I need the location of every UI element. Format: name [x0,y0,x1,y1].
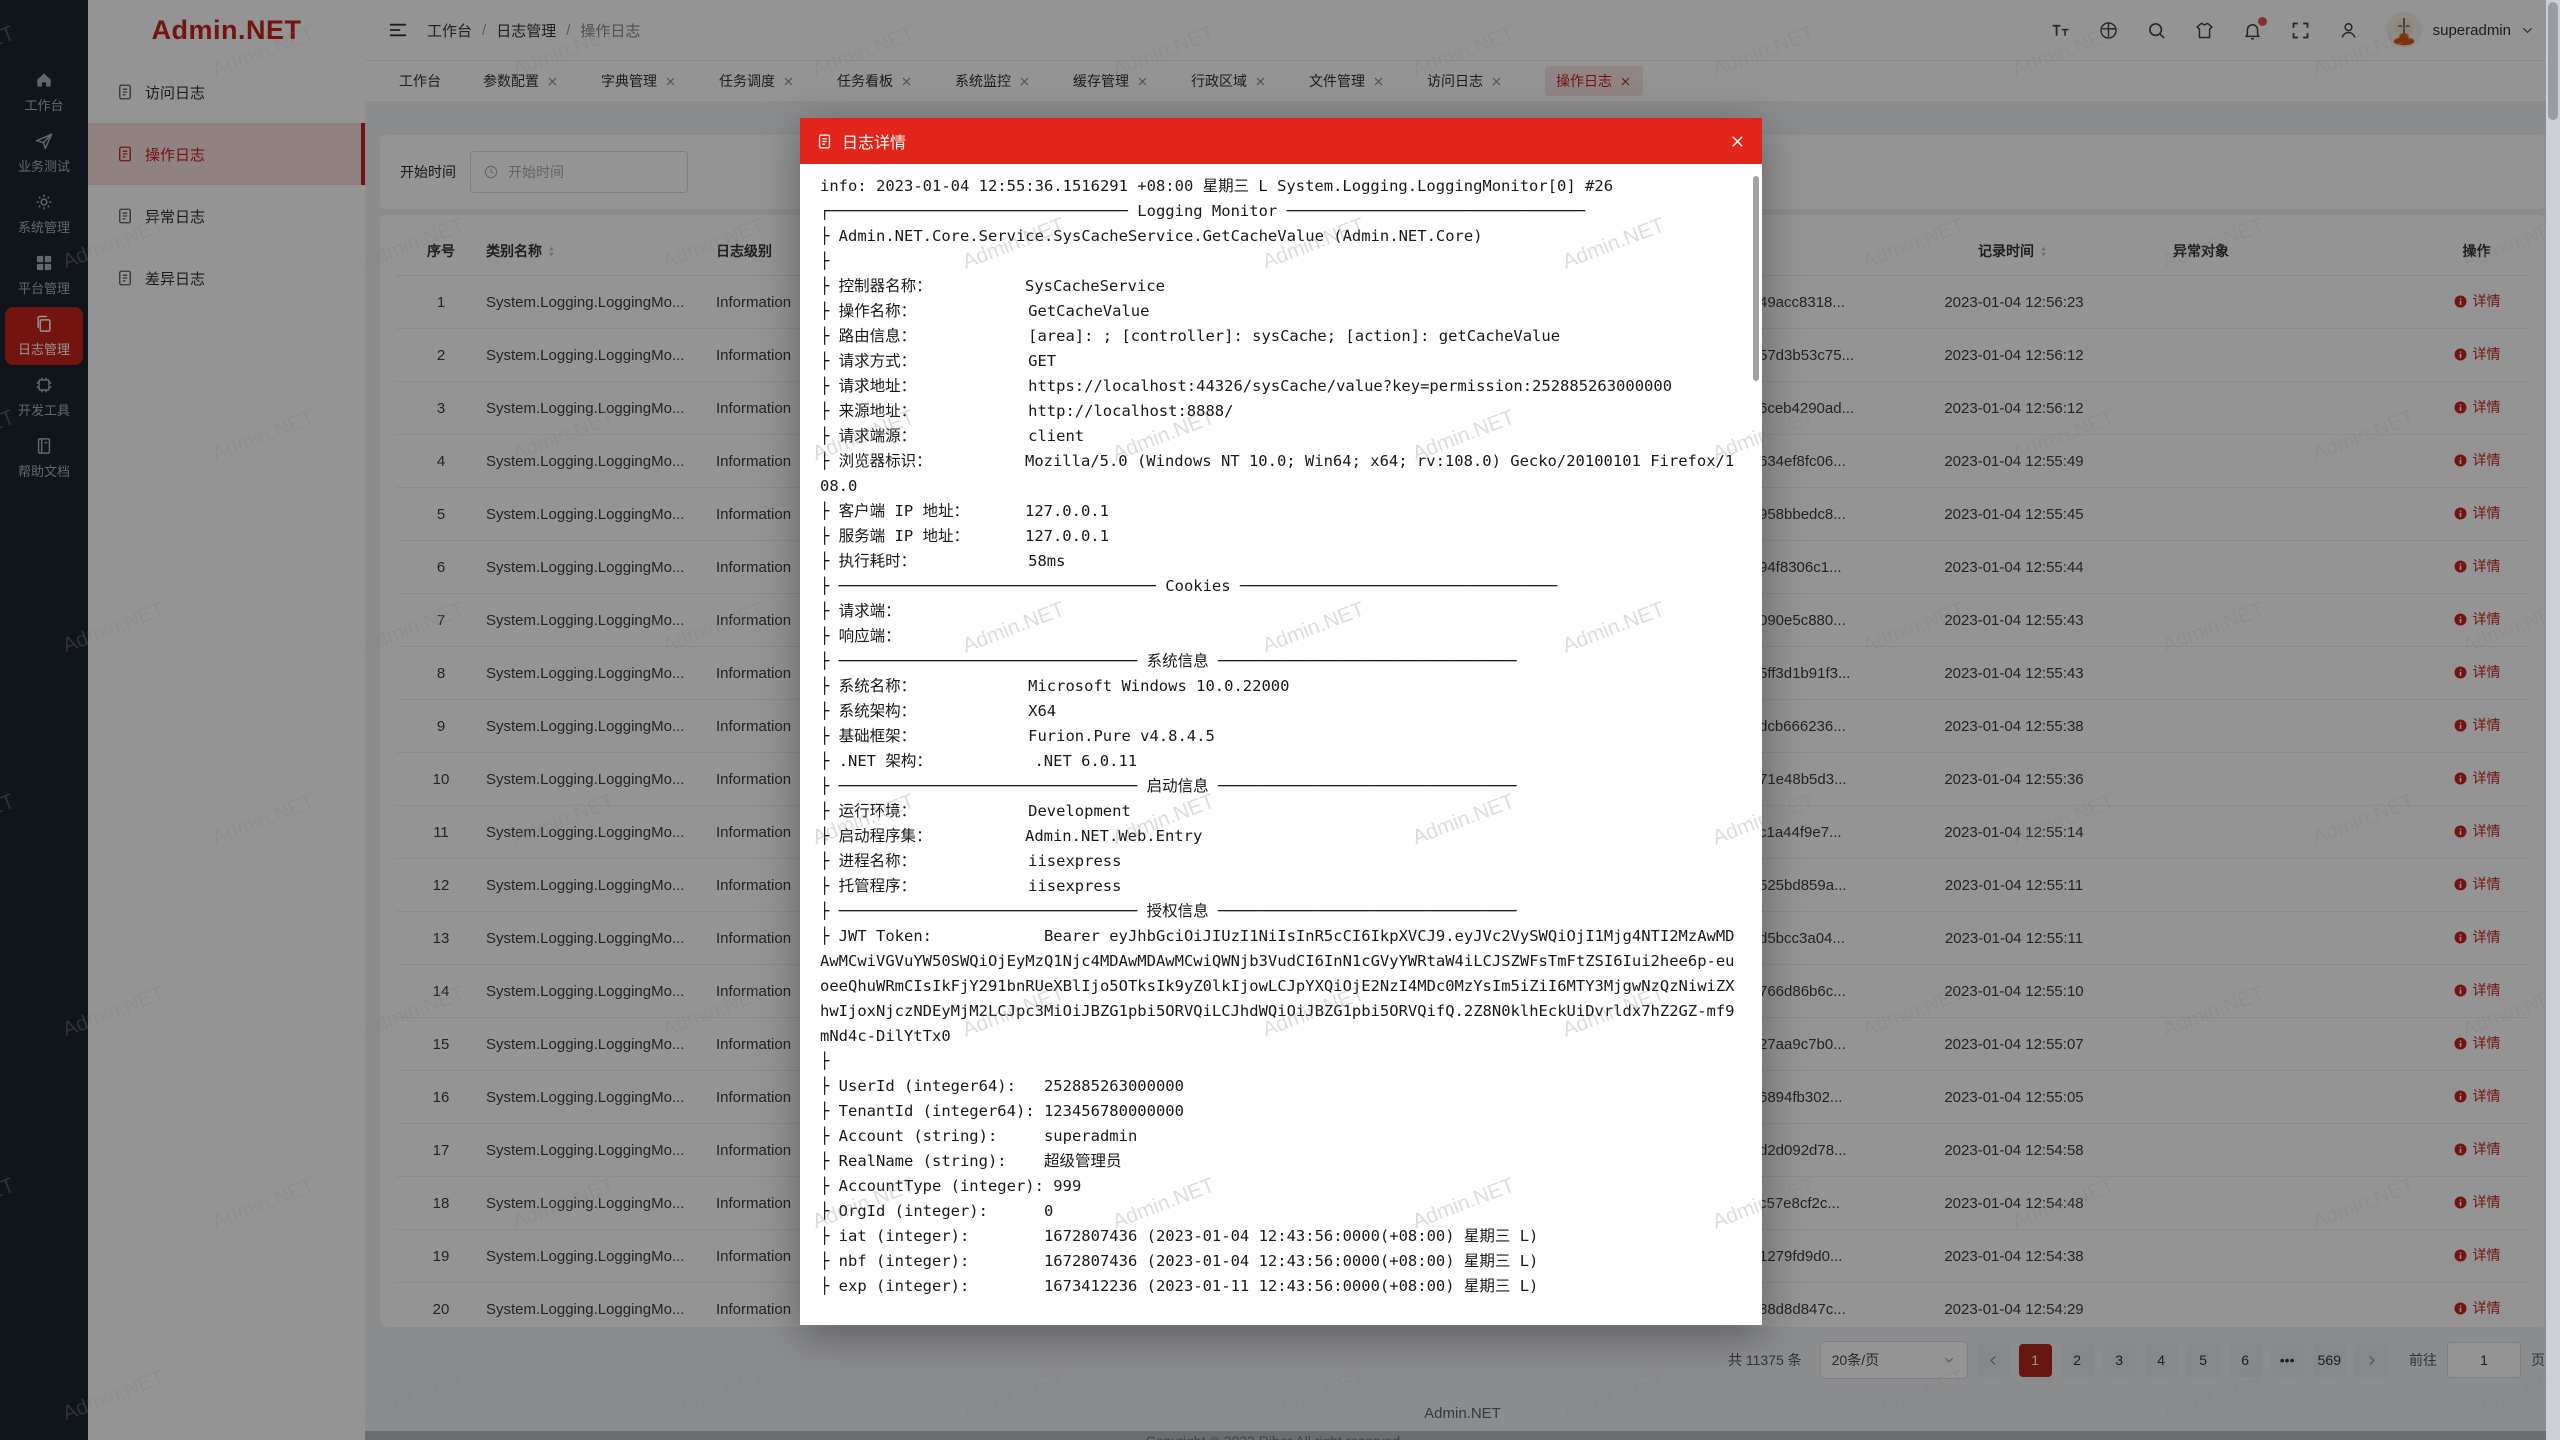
dialog-title: 日志详情 [842,129,906,153]
log-detail-dialog: 日志详情 info: 2023-01-04 12:55:36.1516291 +… [800,118,1762,1325]
log-text: info: 2023-01-04 12:55:36.1516291 +08:00… [820,174,1742,1299]
dialog-header: 日志详情 [800,118,1762,164]
browser-scrollbar[interactable] [2546,0,2560,1440]
close-icon[interactable] [1729,133,1746,150]
dialog-scrollbar-thumb[interactable] [1753,176,1759,381]
scrollbar-thumb[interactable] [2548,2,2558,120]
document-icon [816,133,833,150]
admin-net-app: 工作台 业务测试 系统管理 平台管理 日志管理 开发工具 帮助文档 Admin.… [0,0,2560,1440]
dialog-body: info: 2023-01-04 12:55:36.1516291 +08:00… [800,164,1762,1325]
